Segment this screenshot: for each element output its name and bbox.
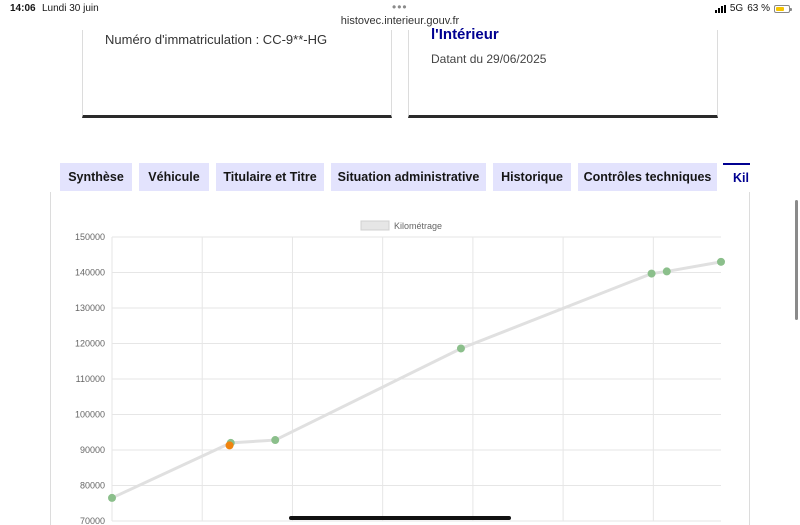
status-date: Lundi 30 juin [42, 3, 99, 14]
y-tick-label: 150000 [75, 232, 105, 242]
data-point [456, 344, 465, 353]
data-point [717, 257, 725, 266]
tab-titulaire[interactable]: Titulaire et Titre [216, 163, 324, 191]
data-point [662, 267, 671, 276]
home-indicator[interactable] [289, 516, 511, 520]
y-tick-label: 90000 [80, 445, 105, 455]
battery-percent: 63 % [747, 3, 770, 14]
report-card: l'Intérieur Datant du 29/06/2025 [408, 26, 718, 118]
scrollbar[interactable] [795, 200, 798, 320]
y-tick-label: 110000 [76, 374, 105, 384]
y-tick-label: 80000 [80, 481, 105, 491]
tab-vehicule[interactable]: Véhicule [139, 163, 209, 191]
report-date: Datant du 29/06/2025 [431, 52, 547, 66]
y-tick-label: 70000 [80, 516, 105, 525]
data-point [271, 436, 280, 445]
legend-swatch [360, 220, 390, 231]
legend-label: Kilométrage [394, 221, 442, 231]
mileage-chart: 150000 140000 130000 120000 110000 100000 9000… [75, 220, 725, 525]
y-tick-label: 140000 [75, 268, 105, 278]
plate-number: Numéro d'immatriculation : CC-9**-HG [105, 32, 328, 47]
y-tick-label: 130000 [75, 303, 105, 313]
battery-icon [774, 4, 792, 13]
data-point [647, 269, 656, 278]
vehicle-card: Numéro d'immatriculation : CC-9**-HG [82, 30, 392, 118]
status-bar: 14:06 Lundi 30 juin ••• histovec.interie… [0, 0, 800, 32]
tab-kilometrage[interactable]: Kil [723, 163, 750, 191]
series-line [111, 260, 722, 500]
tab-controles-techniques[interactable]: Contrôles techniques [578, 163, 717, 191]
signal-icon [714, 4, 726, 13]
ministry-title: l'Intérieur [431, 26, 499, 43]
y-tick-label: 120000 [75, 339, 105, 349]
more-icon[interactable]: ••• [392, 0, 408, 14]
status-time: 14:06 [10, 3, 36, 14]
data-point [225, 441, 234, 450]
tab-bar: Synthèse Véhicule Titulaire et Titre Sit… [50, 160, 750, 193]
network-label: 5G [729, 3, 744, 14]
address-bar-url[interactable]: histovec.interieur.gouv.fr [0, 15, 800, 27]
chart-panel: 150000 140000 130000 120000 110000 100000 9000… [50, 192, 750, 525]
tab-situation-administrative[interactable]: Situation administrative [331, 163, 486, 191]
y-tick-label: 100000 [75, 410, 105, 420]
status-right: 5G 63 % [714, 3, 792, 14]
data-point [108, 493, 116, 502]
tab-historique[interactable]: Historique [493, 163, 571, 191]
tab-synthese[interactable]: Synthèse [60, 163, 132, 191]
